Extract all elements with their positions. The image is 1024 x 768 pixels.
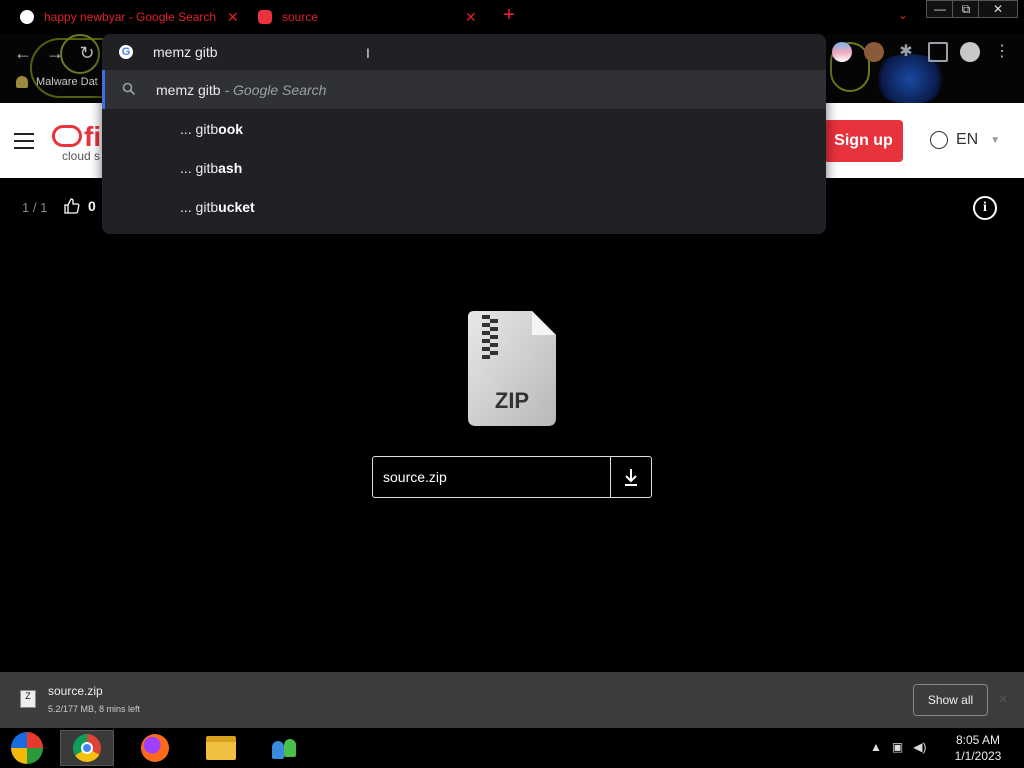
bookmark-item[interactable]: Malware Dat [16, 76, 98, 88]
windows-orb-icon [11, 732, 43, 764]
extension-avatar-icon[interactable] [864, 42, 884, 62]
shelf-close-icon[interactable]: ✕ [998, 692, 1008, 706]
bookmark-label: Malware Dat [36, 76, 98, 88]
suggestion-gitbook[interactable]: ... gitbook [102, 109, 826, 148]
download-filename[interactable]: source.zip [48, 684, 103, 698]
language-label: EN [956, 131, 979, 148]
download-icon [625, 469, 637, 486]
cloud-logo-icon [52, 125, 82, 147]
file-name-box: source.zip [372, 456, 652, 498]
site-favicon-icon [258, 10, 272, 24]
language-selector[interactable]: EN ▼ [930, 131, 1000, 149]
omnibox-dropdown: G memz gitb I memz gitb - Google Search … [102, 34, 826, 234]
suggestion-completion: ook [218, 120, 244, 137]
show-all-button[interactable]: Show all [913, 684, 988, 716]
file-viewer: 1 / 1 0 i ZIP source.zip [0, 178, 1024, 672]
zip-label: ZIP [494, 388, 530, 413]
search-icon [122, 82, 136, 96]
like-button[interactable]: 0 [64, 198, 96, 214]
globe-icon [930, 131, 948, 149]
start-button[interactable] [0, 730, 54, 766]
suggestion-completion: ucket [218, 198, 255, 215]
extension-flag-icon[interactable] [832, 42, 852, 62]
suggestion-search[interactable]: memz gitb - Google Search [102, 70, 826, 109]
suggestion-text: ... gitbucket [180, 199, 255, 215]
folder-icon [206, 736, 236, 760]
forward-button[interactable]: → [44, 42, 66, 64]
hamburger-menu-icon[interactable] [14, 133, 34, 149]
screen: happy newbyar - Google Search ✕ source ✕… [0, 0, 1024, 768]
chrome-menu-icon[interactable]: ⋮ [992, 42, 1012, 62]
suggestion-text: ... gitbash [180, 160, 242, 176]
firefox-icon [141, 734, 169, 762]
suggestion-completion: ash [218, 159, 243, 176]
logo-tagline: cloud s [62, 149, 101, 163]
tab-google-search[interactable]: happy newbyar - Google Search ✕ [20, 4, 239, 30]
tab-close-icon[interactable]: ✕ [227, 9, 239, 26]
system-tray: ▲ ▣ ◀) [870, 740, 926, 754]
suggestion-gitbucket[interactable]: ... gitbucket [102, 187, 826, 226]
suggestion-sub: - Google Search [220, 81, 327, 98]
suggestion-prefix: ... gitb [180, 120, 219, 137]
page-indicator: 1 / 1 [22, 200, 48, 215]
sign-up-button[interactable]: Sign up [824, 120, 903, 162]
minimize-button[interactable]: — [926, 0, 954, 18]
file-name: source.zip [383, 469, 447, 485]
clock-time: 8:05 AM [955, 733, 1001, 747]
chevron-down-icon: ▼ [990, 134, 1001, 146]
suggestion-text: ... gitbook [180, 121, 243, 137]
suggestion-main: memz gitb [156, 81, 221, 98]
maximize-button[interactable]: ⧉ [952, 0, 980, 18]
text-cursor-icon: I [366, 45, 370, 61]
tab-title: source [282, 10, 319, 24]
google-icon: G [119, 45, 133, 59]
browser-titlebar: happy newbyar - Google Search ✕ source ✕… [0, 0, 1024, 34]
reload-button[interactable]: ↻ [76, 42, 98, 64]
tab-source[interactable]: source ✕ [258, 4, 477, 30]
windows-taskbar: ▲ ▣ ◀) 8:05 AM 1/1/2023 [0, 728, 1024, 768]
window-close-button[interactable]: ✕ [978, 0, 1018, 18]
back-button[interactable]: ← [12, 42, 34, 64]
taskbar-clock[interactable]: 8:05 AM 1/1/2023 [940, 732, 1016, 764]
address-input[interactable]: memz gitb [153, 44, 218, 60]
taskbar-firefox[interactable] [128, 730, 182, 766]
tab-title: happy newbyar - Google Search [44, 10, 217, 24]
profile-avatar-icon[interactable] [960, 42, 980, 62]
thumbs-up-icon [64, 198, 80, 214]
info-button[interactable]: i [973, 196, 997, 220]
suggestion-text: memz gitb - Google Search [156, 82, 326, 98]
taskbar-chrome[interactable] [60, 730, 114, 766]
tray-expand-icon[interactable]: ▲ [870, 740, 882, 754]
suggestion-prefix: ... gitb [180, 159, 219, 176]
chrome-icon [73, 734, 101, 762]
zip-file-small-icon: Z [20, 690, 36, 708]
taskbar-explorer[interactable] [194, 730, 248, 766]
side-panel-icon[interactable] [928, 42, 948, 62]
extensions-puzzle-icon[interactable]: ✱ [896, 42, 916, 62]
download-shelf: Z source.zip 5.2/177 MB, 8 mins left Sho… [0, 672, 1024, 728]
network-icon[interactable]: ▣ [892, 740, 903, 754]
suggestion-prefix: ... gitb [180, 198, 219, 215]
taskbar-messenger[interactable] [258, 730, 312, 766]
google-favicon-icon [20, 10, 34, 24]
download-button[interactable] [610, 457, 651, 497]
like-count: 0 [88, 198, 96, 214]
volume-icon[interactable]: ◀) [913, 740, 926, 754]
new-tab-button[interactable]: + [500, 5, 518, 25]
suggestion-gitbash[interactable]: ... gitbash [102, 148, 826, 187]
bookmark-icon [16, 76, 28, 88]
tab-search-chevron-icon[interactable]: ⌄ [898, 8, 908, 22]
download-status: 5.2/177 MB, 8 mins left [48, 704, 141, 714]
clock-date: 1/1/2023 [954, 749, 1002, 763]
tab-close-icon[interactable]: ✕ [465, 9, 477, 26]
address-bar[interactable]: G memz gitb I [102, 34, 826, 70]
people-icon [270, 735, 300, 761]
